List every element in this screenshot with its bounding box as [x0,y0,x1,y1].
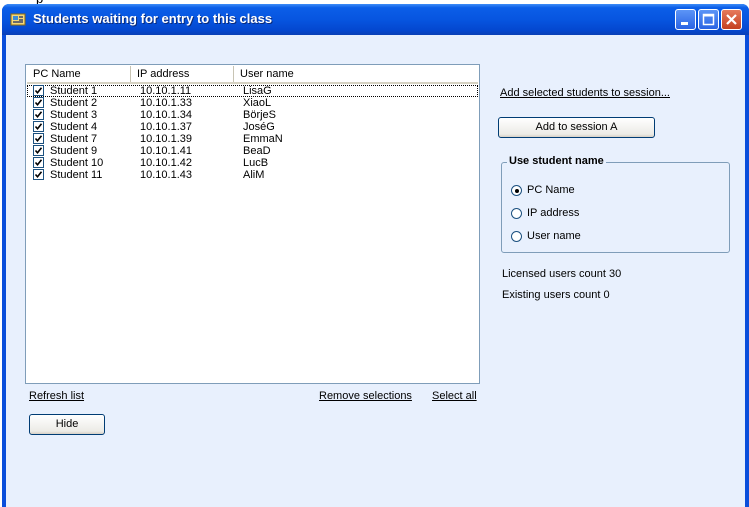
pc-name-cell: Student 10 [50,157,104,169]
checkbox[interactable] [33,121,44,132]
user-name-cell: JoséG [243,121,275,133]
checkmark-icon [34,99,43,107]
pc-name-cell: Student 2 [50,97,98,109]
pc-name-cell: Student 9 [50,145,98,157]
checkmark-icon [34,111,43,119]
checkbox[interactable] [33,145,44,156]
checkmark-icon [34,123,43,131]
pc-name-cell: Student 1 [50,85,98,97]
column-header-ip-address[interactable]: IP address [131,66,234,82]
maximize-button[interactable] [698,9,719,30]
radio-label: PC Name [527,184,575,196]
checkmark-icon [34,171,43,179]
list-item[interactable]: Student 3 10.10.1.34 BörjeS [27,109,478,121]
ip-address-cell: 10.10.1.33 [140,97,192,109]
minimize-icon [681,22,688,25]
background-strip [0,0,749,3]
user-name-cell: EmmaN [243,133,283,145]
list-item[interactable]: Student 2 10.10.1.33 XiaoL [27,97,478,109]
window-title: Students waiting for entry to this class [33,11,273,26]
refresh-list-link[interactable]: Refresh list [29,390,84,402]
checkmark-icon [34,147,43,155]
list-header: PC Name IP address User name [27,66,478,84]
pc-name-cell: Student 7 [50,133,98,145]
radio-indicator[interactable] [511,185,522,196]
dialog-client-area: PC Name IP address User name Student 1 10… [6,35,745,507]
close-icon [726,14,737,25]
remove-selections-link[interactable]: Remove selections [319,390,412,402]
ip-address-cell: 10.10.1.37 [140,121,192,133]
checkbox[interactable] [33,109,44,120]
dialog-window: Students waiting for entry to this class… [2,4,749,507]
add-to-session-button[interactable]: Add to session A [498,117,655,138]
radio-label: IP address [527,207,580,219]
user-name-cell: BörjeS [243,109,277,121]
licensed-users-count: Licensed users count 30 [502,268,622,280]
checkmark-icon [34,159,43,167]
checkmark-icon [34,135,43,143]
maximize-icon [702,13,715,26]
user-name-cell: AliM [243,169,265,181]
checkmark-icon [34,87,43,95]
user-name-cell: LucB [243,157,269,169]
radio-indicator[interactable] [511,208,522,219]
radio-indicator[interactable] [511,231,522,242]
column-header-user-name[interactable]: User name [234,66,478,82]
radio-label: User name [527,230,581,242]
ip-address-cell: 10.10.1.43 [140,169,192,181]
checkbox[interactable] [33,157,44,168]
minimize-button[interactable] [675,9,696,30]
app-icon [10,12,26,27]
select-all-link[interactable]: Select all [432,390,477,402]
students-list[interactable]: PC Name IP address User name Student 1 10… [25,64,480,384]
checkbox[interactable] [33,97,44,108]
list-item[interactable]: Student 7 10.10.1.39 EmmaN [27,133,478,145]
existing-users-count: Existing users count 0 [502,289,610,301]
ip-address-cell: 10.10.1.41 [140,145,192,157]
group-title: Use student name [507,155,606,167]
close-button[interactable] [721,9,742,30]
ip-address-cell: 10.10.1.34 [140,109,192,121]
ip-address-cell: 10.10.1.39 [140,133,192,145]
ip-address-cell: 10.10.1.11 [140,85,192,97]
list-item[interactable]: Student 10 10.10.1.42 LucB [27,157,478,169]
list-item[interactable]: Student 11 10.10.1.43 AliM [27,169,478,181]
hide-button[interactable]: Hide [29,414,105,435]
list-item[interactable]: Student 9 10.10.1.41 BeaD [27,145,478,157]
checkbox[interactable] [33,133,44,144]
user-name-cell: LisaG [243,85,272,97]
user-name-cell: XiaoL [243,97,272,109]
list-item[interactable]: Student 4 10.10.1.37 JoséG [27,121,478,133]
list-item[interactable]: Student 1 10.10.1.11 LisaG [27,85,478,97]
user-name-cell: BeaD [243,145,271,157]
add-selected-students-link[interactable]: Add selected students to session... [500,87,670,99]
column-header-pc-name[interactable]: PC Name [27,66,131,82]
pc-name-cell: Student 4 [50,121,98,133]
checkbox[interactable] [33,85,44,96]
title-bar[interactable]: Students waiting for entry to this class [2,4,749,35]
use-student-name-group: Use student name PC Name IP address User… [501,155,730,253]
ip-address-cell: 10.10.1.42 [140,157,192,169]
pc-name-cell: Student 11 [50,169,103,181]
checkbox[interactable] [33,169,44,180]
pc-name-cell: Student 3 [50,109,98,121]
